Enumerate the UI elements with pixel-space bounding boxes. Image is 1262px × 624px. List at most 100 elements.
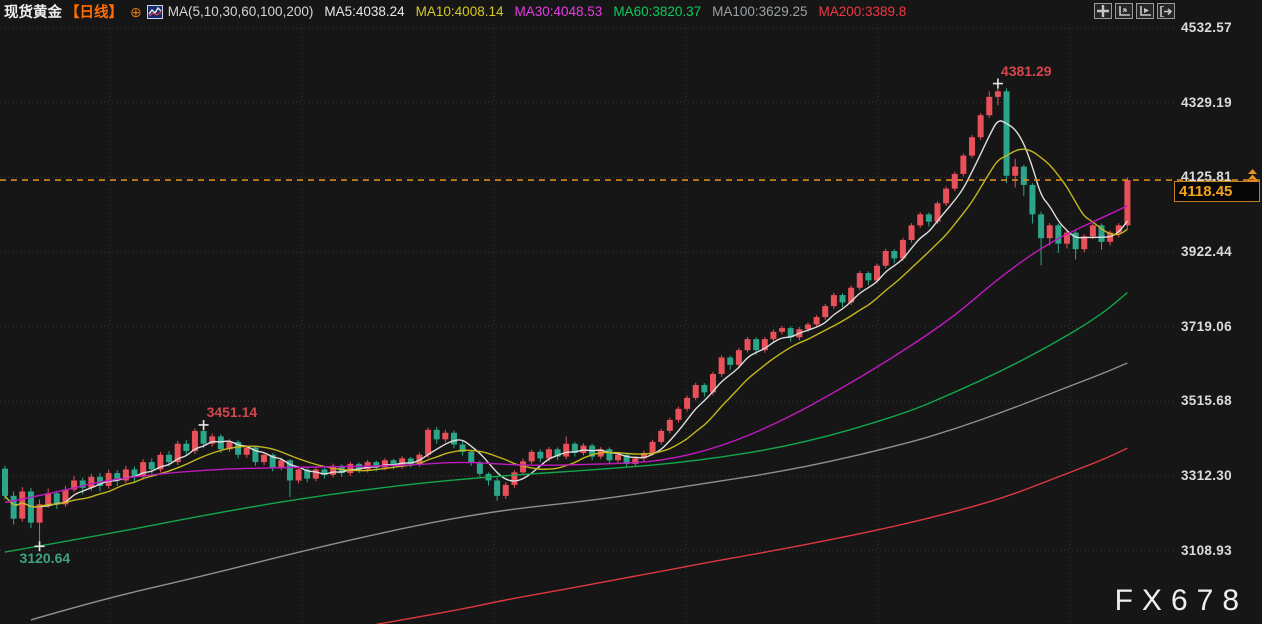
candle-body — [140, 462, 146, 477]
trading-chart-app: { "header": { "title": "现货黄金", "period":… — [0, 0, 1262, 624]
candle-body — [891, 251, 897, 258]
candle-body — [477, 463, 483, 474]
axis-zoom-button[interactable] — [1115, 3, 1133, 19]
export-button[interactable] — [1157, 3, 1175, 19]
candle-body — [701, 385, 707, 392]
candle-body — [650, 442, 656, 453]
candle-body — [2, 469, 8, 496]
chart-toolbar — [1094, 3, 1175, 19]
candlestick-chart[interactable] — [0, 0, 1262, 624]
y-axis-label: 3312.30 — [1181, 468, 1232, 483]
candle-body — [296, 469, 302, 480]
legend-ma100: MA100:3629.25 — [712, 4, 807, 19]
candle-body — [149, 462, 155, 469]
candle-body — [529, 452, 535, 462]
candle-body — [503, 485, 509, 496]
candle-body — [494, 480, 500, 495]
candle-body — [201, 431, 207, 444]
legend-ma60: MA60:3820.37 — [613, 4, 701, 19]
ma-params-label[interactable]: MA(5,10,30,60,100,200) — [168, 4, 314, 19]
candle-body — [719, 357, 725, 374]
fx678-watermark: FX678 — [1115, 584, 1248, 618]
candle-body — [667, 420, 673, 431]
candle-body — [313, 469, 319, 478]
candle-body — [779, 328, 785, 332]
candle-body — [183, 444, 189, 451]
candle-body — [986, 97, 992, 115]
candle-body — [770, 332, 776, 339]
candle-body — [831, 295, 837, 306]
candle-body — [736, 350, 742, 365]
candle-body — [1029, 185, 1035, 214]
candle-body — [19, 491, 25, 518]
pan-tool-button[interactable] — [1094, 3, 1112, 19]
candle-body — [995, 91, 1001, 97]
candle-body — [537, 452, 543, 459]
candle-body — [278, 460, 284, 467]
candle-body — [822, 306, 828, 317]
high-annotation-3451: 3451.14 — [207, 404, 258, 420]
candle-body — [1004, 91, 1010, 175]
ma-line-ma60 — [5, 293, 1127, 553]
candle-body — [857, 273, 863, 288]
candle-body — [1012, 167, 1018, 176]
candle-body — [442, 433, 448, 440]
candle-body — [45, 493, 51, 504]
candle-body — [218, 436, 224, 449]
candle-body — [615, 455, 621, 461]
candle-body — [805, 324, 811, 329]
candle-body — [1021, 167, 1027, 185]
candle-body — [952, 174, 958, 189]
candle-body — [693, 385, 699, 398]
candle-body — [658, 431, 664, 442]
candle-body — [11, 496, 17, 519]
candle-body — [943, 189, 949, 204]
extreme-marker — [993, 79, 1003, 89]
candle-body — [1124, 180, 1130, 225]
candle-body — [969, 137, 975, 155]
legend-ma30: MA30:4048.53 — [514, 4, 602, 19]
candle-body — [839, 295, 845, 302]
candle-body — [468, 452, 474, 463]
candle-body — [1047, 225, 1053, 238]
candle-body — [434, 430, 440, 440]
candle-body — [814, 317, 820, 324]
y-axis-label: 4329.19 — [1181, 95, 1232, 110]
candle-body — [1038, 214, 1044, 238]
candle-body — [745, 339, 751, 350]
candle-body — [926, 214, 932, 221]
candle-body — [606, 449, 612, 460]
legend-ma200: MA200:3389.8 — [818, 4, 906, 19]
low-annotation-3120: 3120.64 — [20, 550, 71, 566]
candle-body — [261, 455, 267, 462]
candle-body — [753, 339, 759, 350]
ma-line-ma100 — [31, 363, 1128, 620]
candle-body — [727, 357, 733, 364]
candle-body — [865, 273, 871, 280]
extreme-marker — [199, 420, 209, 430]
candle-body — [960, 156, 966, 174]
y-axis-label: 3515.68 — [1181, 393, 1232, 408]
y-axis-label: 3922.44 — [1181, 244, 1232, 259]
candle-body — [675, 409, 681, 420]
price-up-arrows-icon[interactable] — [1246, 169, 1259, 187]
candle-body — [580, 446, 586, 453]
candle-body — [684, 398, 690, 409]
candle-body — [425, 430, 431, 455]
candle-body — [563, 444, 569, 457]
instrument-title: 现货黄金 — [4, 1, 62, 22]
y-axis-label: 3108.93 — [1181, 543, 1232, 558]
candle-body — [1090, 225, 1096, 236]
candle-body — [1081, 236, 1087, 249]
candle-body — [511, 472, 517, 484]
auto-scroll-button[interactable] — [1136, 3, 1154, 19]
candle-body — [917, 214, 923, 225]
zoom-in-icon[interactable]: ⊕ — [130, 5, 142, 19]
candle-body — [978, 115, 984, 137]
candle-body — [1055, 225, 1061, 243]
candle-body — [546, 449, 552, 458]
period-label[interactable]: 【日线】 — [65, 1, 123, 22]
candle-body — [909, 225, 915, 240]
candle-body — [347, 464, 353, 473]
indicator-style-icon[interactable] — [147, 5, 163, 19]
